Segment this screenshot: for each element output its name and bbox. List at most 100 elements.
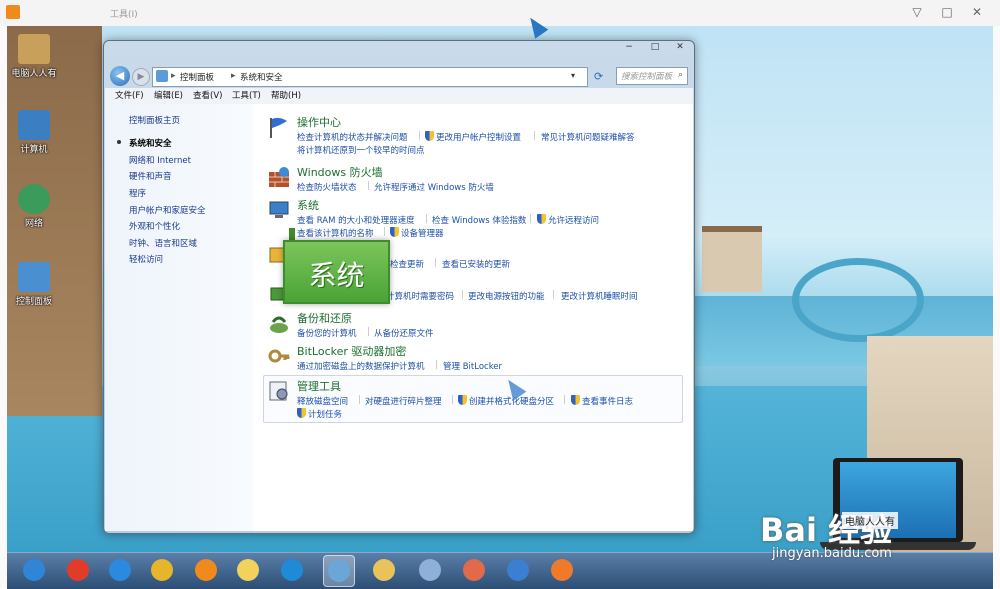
desktop-icon-control-panel[interactable]: 控制面板 [7,262,69,307]
category-system-title[interactable]: 系统 [297,197,319,213]
taskbar-paint-button[interactable] [459,555,489,585]
desktop-icon-computer[interactable]: 计算机 [7,110,69,155]
app-jiang-icon [67,559,89,581]
menu-edit[interactable]: 编辑(E) [154,89,183,101]
link-sleep-time[interactable]: 更改计算机睡眠时间 [561,290,638,302]
link-separator: | [434,258,437,268]
taskbar-app-jiang-button[interactable] [63,555,93,585]
taskbar-app-dots-button[interactable] [503,555,533,585]
breadcrumb-item[interactable]: 系统和安全 [240,71,283,83]
network-globe-icon [18,184,50,214]
player-minimize-button[interactable]: ▽ [908,3,926,21]
taskbar-ie-button[interactable] [105,555,135,585]
app-orange-icon [551,559,573,581]
link-remote-access[interactable]: 允许远程访问 [537,214,599,226]
breadcrumb-separator-icon: ▸ [171,71,176,81]
desktop-icon-user-folder[interactable]: 电脑人人有 [7,34,69,79]
link-experience-index[interactable]: 检查 Windows 体验指数 [432,214,526,226]
desktop-icon-network[interactable]: 网络 [7,184,69,229]
folder-yellow-icon [237,559,259,581]
nav-system-security[interactable]: 系统和安全 [129,137,172,149]
category-backup-title[interactable]: 备份和还原 [297,310,352,326]
link-allow-program[interactable]: 允许程序通过 Windows 防火墙 [374,181,494,193]
link-separator: | [383,227,386,237]
desktop-icon-label: 电脑人人有 [11,69,57,79]
link-event-logs[interactable]: 查看事件日志 [571,395,633,407]
nav-user-accounts[interactable]: 用户帐户和家庭安全 [129,204,206,216]
link-installed-updates[interactable]: 查看已安装的更新 [442,258,510,270]
category-action-center-title[interactable]: 操作中心 [297,114,341,130]
player-logo-icon [6,5,20,19]
search-icon[interactable]: ⌕ [678,70,683,80]
link-computer-name[interactable]: 查看该计算机的名称 [297,227,374,239]
control-panel-icon [18,262,50,292]
refresh-icon[interactable]: ⟳ [594,70,603,83]
link-backup-computer[interactable]: 备份您的计算机 [297,327,357,339]
link-separator: | [451,395,454,405]
back-button[interactable]: ◀ [110,66,130,86]
nav-control-panel-home[interactable]: 控制面板主页 [129,114,180,126]
category-bitlocker-title[interactable]: BitLocker 驱动器加密 [297,343,406,359]
uac-shield-icon [571,395,580,405]
window-close-button[interactable]: ✕ [669,41,691,55]
menu-tools[interactable]: 工具(T) [232,89,261,101]
link-defragment[interactable]: 对硬盘进行碎片整理 [365,395,442,407]
player-maximize-button[interactable]: □ [938,3,956,21]
forward-button[interactable]: ▶ [132,68,150,86]
link-restore-files[interactable]: 从备份还原文件 [374,327,434,339]
breadcrumb-separator-icon: ▸ [231,71,236,81]
player-close-button[interactable]: ✕ [968,3,986,21]
link-troubleshoot[interactable]: 常见计算机问题疑难解答 [541,131,635,143]
control-panel-icon [328,560,350,582]
nav-hardware[interactable]: 硬件和声音 [129,170,172,182]
link-check-status[interactable]: 检查计算机的状态并解决问题 [297,131,408,143]
taskbar-control-panel-button[interactable] [323,555,355,587]
link-view-ram[interactable]: 查看 RAM 的大小和处理器速度 [297,214,415,226]
taskbar-app-swirl-button[interactable] [415,555,445,585]
link-power-button[interactable]: 更改电源按钮的功能 [468,290,545,302]
backup-restore-icon [267,312,291,336]
link-restore-earlier[interactable]: 将计算机还原到一个较早的时间点 [297,144,425,156]
app-dots-icon [507,559,529,581]
frame-right [993,26,1000,588]
desktop-icon-label: 计算机 [20,145,48,155]
ie-icon [109,559,131,581]
menu-view[interactable]: 查看(V) [193,89,222,101]
uac-shield-icon [458,395,467,405]
link-manage-bitlocker[interactable]: 管理 BitLocker [443,360,502,372]
menu-help[interactable]: 帮助(H) [271,89,301,101]
nav-ease-of-access[interactable]: 轻松访问 [129,253,163,265]
window-minimize-button[interactable]: − [618,41,640,55]
taskbar-start-button[interactable] [19,555,49,585]
taskbar-chrome-button[interactable] [147,555,177,585]
taskbar-folder-yellow-button[interactable] [233,555,263,585]
breadcrumb-item[interactable]: 控制面板 [180,71,214,83]
action-center-flag-icon [267,116,291,140]
address-bar[interactable]: ▸ 控制面板 ▸ 系统和安全 ▾ [152,67,588,87]
media-player-icon [195,559,217,581]
link-encrypt-data[interactable]: 通过加密磁盘上的数据保护计算机 [297,360,425,372]
link-check-updates[interactable]: 检查更新 [390,258,424,270]
taskbar-app-orange-button[interactable] [547,555,577,585]
menu-file[interactable]: 文件(F) [115,89,144,101]
link-free-disk-space[interactable]: 释放磁盘空间 [297,395,348,407]
link-uac-settings[interactable]: 更改用户帐户控制设置 [425,131,521,143]
taskbar-app-blue-ring-button[interactable] [277,555,307,585]
nav-programs[interactable]: 程序 [129,187,146,199]
taskbar-explorer-button[interactable] [369,555,399,585]
link-schedule-tasks[interactable]: 计划任务 [297,408,342,420]
taskbar-media-player-button[interactable] [191,555,221,585]
category-admin-title[interactable]: 管理工具 [297,378,341,394]
nav-appearance[interactable]: 外观和个性化 [129,220,180,232]
nav-network[interactable]: 网络和 Internet [129,154,191,166]
link-create-partition[interactable]: 创建并格式化硬盘分区 [458,395,554,407]
link-device-manager[interactable]: 设备管理器 [390,227,444,239]
nav-clock-region[interactable]: 时钟、语言和区域 [129,237,197,249]
category-firewall-title[interactable]: Windows 防火墙 [297,164,383,180]
link-firewall-status[interactable]: 检查防火墙状态 [297,181,357,193]
wallpaper-pavilion [702,226,762,292]
address-dropdown-icon[interactable]: ▾ [571,71,575,80]
link-require-password[interactable]: 计算机时需要密码 [386,290,454,302]
window-maximize-button[interactable]: □ [644,41,666,55]
explorer-icon [373,559,395,581]
